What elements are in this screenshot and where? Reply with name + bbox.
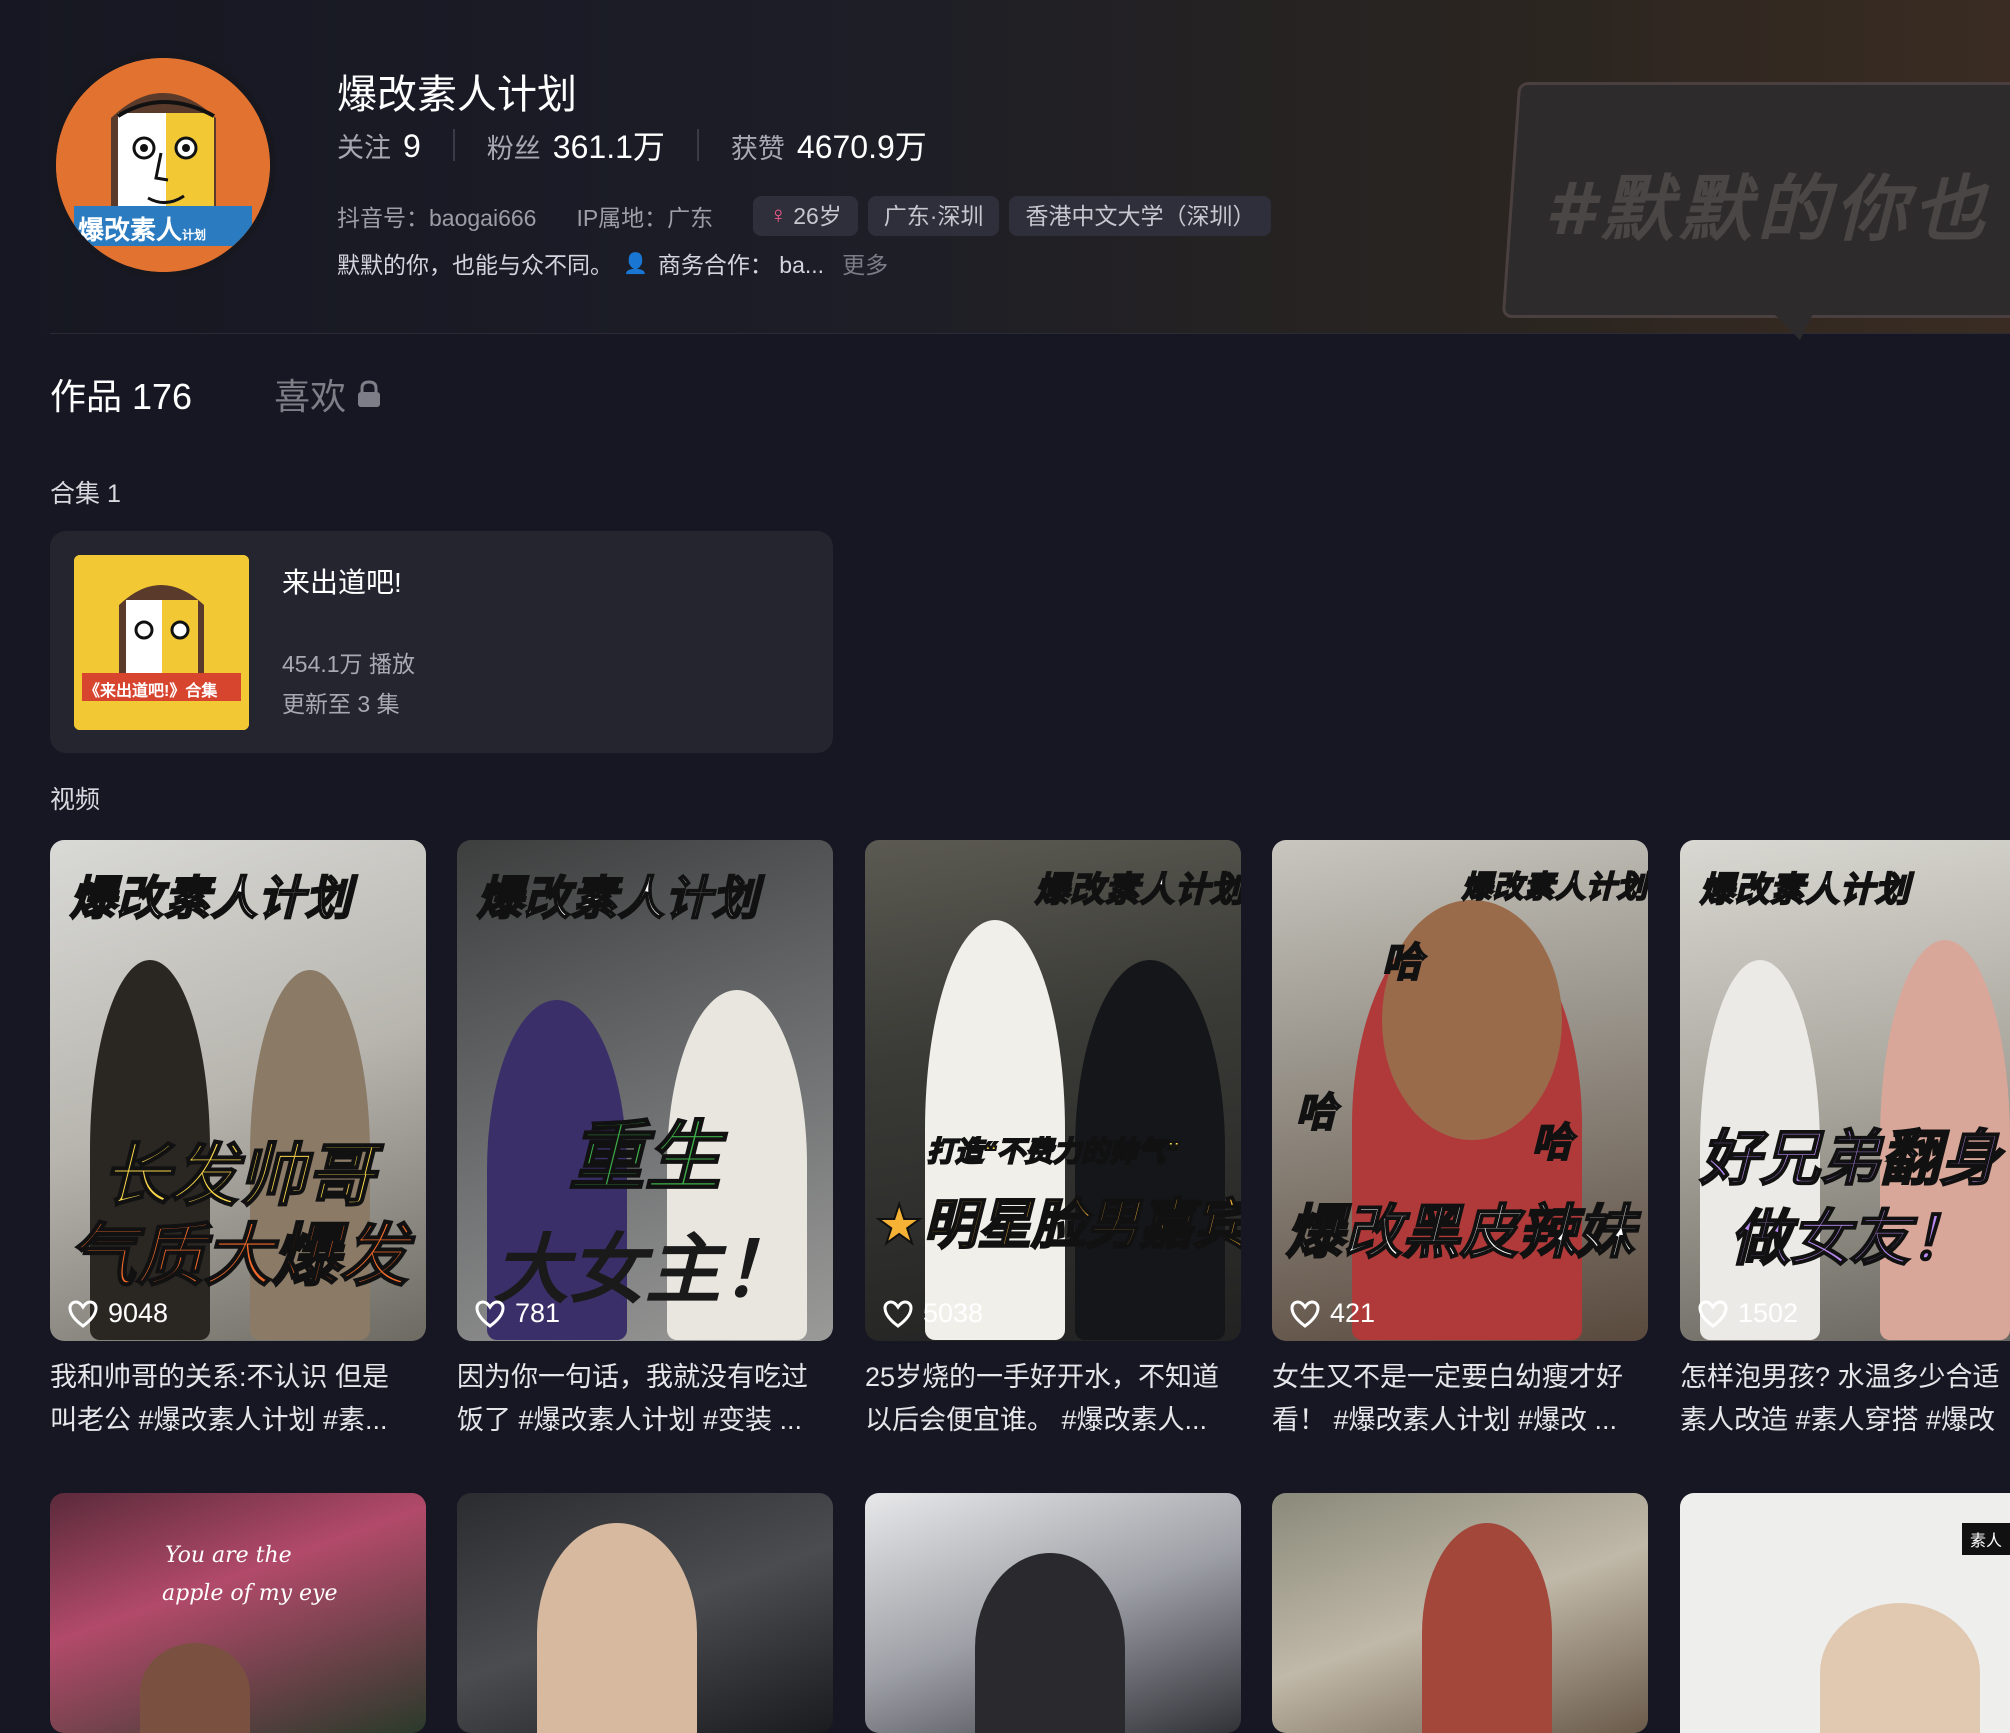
video-likes: 5038: [883, 1298, 983, 1329]
stat-followers[interactable]: 粉丝 361.1万: [487, 122, 665, 168]
collections-label: 合集 1: [50, 480, 121, 508]
avatar-logo-text: 爆改素人计划: [78, 215, 207, 245]
video-thumbnail-figure: [975, 1553, 1125, 1733]
tab-likes[interactable]: 喜欢: [274, 368, 382, 420]
video-overlay-headline: 气质大爆发: [67, 1217, 409, 1295]
collection-thumbnail: 《来出道吧!》合集: [74, 555, 249, 730]
tag-school: 香港中文大学（深圳）: [1009, 196, 1272, 236]
video-overlay-headline: 爆改黑皮辣妹: [1285, 1199, 1635, 1266]
heart-icon: [1290, 1299, 1320, 1328]
video-overlay-title: 爆改素人计划: [1034, 870, 1241, 910]
video-card[interactable]: [1272, 1493, 1648, 1733]
video-description[interactable]: 女生又不是一定要白幼瘦才好 看！ #爆改素人计划 #爆改 ...: [1272, 1356, 1662, 1442]
video-overlay-sticker: 哈: [1381, 940, 1423, 986]
profile-bio: 默默的你，也能与众不同。 👤 商务合作： ba... 更多: [337, 246, 888, 280]
video-overlay-text: You are the: [165, 1543, 292, 1568]
ip-location: IP属地：广东: [576, 205, 714, 231]
stat-following[interactable]: 关注 9: [337, 126, 421, 165]
heart-icon: [883, 1299, 913, 1328]
banner-slogan: #默默的你也: [1545, 167, 1992, 251]
heart-icon: [475, 1299, 505, 1328]
video-overlay-sticker: 哈: [1531, 1120, 1573, 1166]
avatar[interactable]: 爆改素人计划: [50, 52, 276, 278]
video-overlay-headline: ★明星脸男嘉宾: [874, 1194, 1241, 1256]
video-badge: 素人: [1961, 1523, 2010, 1555]
video-overlay-title: 爆改素人计划: [1699, 870, 1910, 910]
heart-icon: [1698, 1299, 1728, 1328]
video-description[interactable]: 因为你一句话，我就没有吃过 饭了 #爆改素人计划 #变装 ...: [457, 1356, 847, 1442]
video-card[interactable]: [865, 1493, 1241, 1733]
video-likes: 781: [475, 1298, 560, 1329]
tag-age: ♀ 26岁: [753, 196, 858, 236]
video-description[interactable]: 怎样泡男孩? 水温多少合适 素人改造 #素人穿搭 #爆改: [1680, 1356, 2010, 1442]
video-likes: 421: [1290, 1298, 1375, 1329]
video-thumbnail-figure: [1820, 1603, 1980, 1733]
video-card[interactable]: 爆改素人计划 哈 哈 哈 爆改黑皮辣妹 421: [1272, 840, 1648, 1341]
collection-card[interactable]: 《来出道吧!》合集 来出道吧! 454.1万 播放 更新至 3 集: [50, 531, 833, 753]
video-card[interactable]: 爆改素人计划 长发帅哥 气质大爆发 9048: [50, 840, 426, 1341]
video-thumbnail-figure: [140, 1643, 250, 1733]
video-card[interactable]: You are the apple of my eye: [50, 1493, 426, 1733]
bio-text: 默默的你，也能与众不同。: [337, 252, 613, 278]
video-overlay-headline: 好兄弟翻身: [1699, 1124, 2001, 1193]
banner-bubble-tail: [1760, 300, 1820, 340]
collection-plays: 454.1万 播放: [282, 651, 415, 677]
collection-cover-art: [74, 555, 249, 730]
video-description[interactable]: 25岁烧的一手好开水，不知道 以后会便宜谁。 #爆改素人...: [865, 1356, 1255, 1442]
videos-label: 视频: [50, 786, 101, 814]
video-thumbnail-figure: [537, 1523, 697, 1733]
profile-stats: 关注 9 粉丝 361.1万 获赞 4670.9万: [337, 122, 927, 168]
video-description[interactable]: 我和帅哥的关系:不认识 但是 叫老公 #爆改素人计划 #素...: [50, 1356, 440, 1442]
content-tabs: 作品 176 喜欢: [50, 368, 382, 420]
tag-location: 广东·深圳: [867, 196, 1000, 236]
profile-meta: 抖音号：baogai666 IP属地：广东 ♀ 26岁 广东·深圳 香港中文大学…: [337, 196, 1281, 236]
video-card[interactable]: [457, 1493, 833, 1733]
collection-title: 来出道吧!: [282, 567, 402, 598]
stat-likes-received: 获赞 4670.9万: [730, 129, 927, 165]
video-overlay-headline: 做女友！: [1729, 1204, 1971, 1273]
profile-name: 爆改素人计划: [337, 73, 577, 117]
video-overlay-text: apple of my eye: [162, 1581, 338, 1606]
lock-icon: [358, 380, 381, 407]
collection-updated: 更新至 3 集: [282, 691, 400, 717]
video-overlay-headline: 重生: [568, 1114, 722, 1201]
video-overlay-sticker: 哈: [1295, 1090, 1337, 1136]
video-likes: 1502: [1698, 1298, 1798, 1329]
stat-divider: [452, 129, 455, 161]
heart-icon: [68, 1299, 98, 1328]
video-card[interactable]: 爆改素人计划 重生 大女主！ 781: [457, 840, 833, 1341]
video-overlay-title: 爆改素人计划: [476, 871, 759, 925]
business-contact: 商务合作： ba...: [657, 252, 825, 278]
video-card[interactable]: 爆改素人计划 打造“不费力的帅气” ★明星脸男嘉宾 5038: [865, 840, 1241, 1341]
business-icon: 👤: [623, 252, 648, 275]
female-icon: ♀: [769, 202, 788, 229]
video-overlay-title: 爆改素人计划: [69, 871, 352, 925]
video-likes: 9048: [68, 1298, 168, 1329]
video-card[interactable]: 爆改素人计划 好兄弟翻身 做女友！ 1502: [1680, 840, 2010, 1341]
video-card[interactable]: 素人: [1680, 1493, 2010, 1733]
profile-header: #默默的你也: [0, 0, 2010, 340]
video-thumbnail-figure: [1422, 1523, 1552, 1733]
collection-cover-text: 《来出道吧!》合集: [84, 683, 218, 700]
douyin-id: 抖音号：baogai666: [337, 205, 537, 231]
tab-works[interactable]: 作品 176: [50, 368, 192, 420]
stat-divider: [696, 129, 699, 161]
video-overlay-title: 爆改素人计划: [1461, 870, 1648, 905]
bio-more-link[interactable]: 更多: [842, 246, 888, 280]
header-divider: [50, 333, 2010, 334]
video-overlay-subtitle: 打造“不费力的帅气”: [926, 1135, 1180, 1168]
